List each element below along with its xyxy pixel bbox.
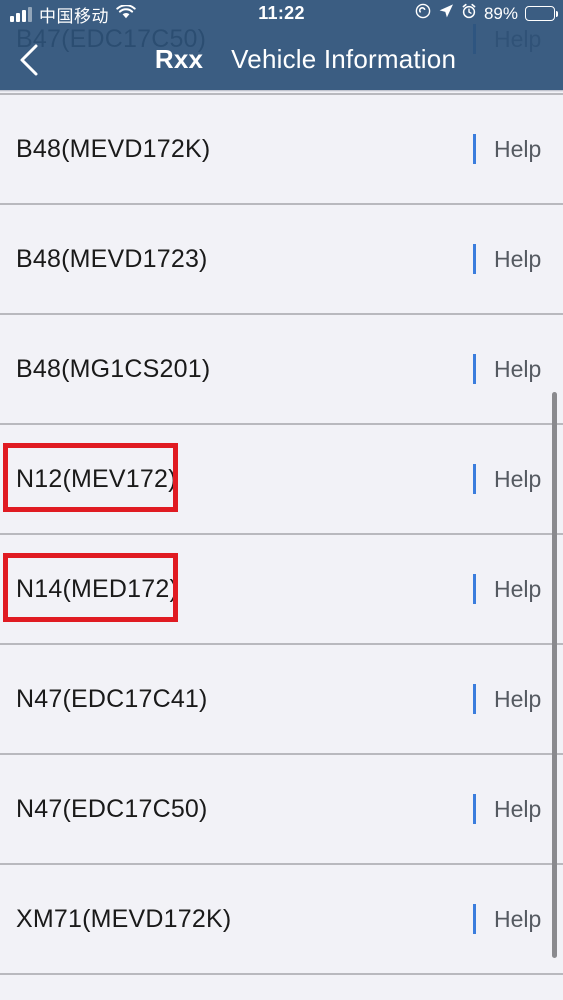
list-item-label: B48(MG1CS201) [16, 354, 211, 383]
vertical-scrollbar[interactable] [552, 392, 557, 958]
list-item-divider [473, 684, 476, 714]
help-button[interactable]: Help [494, 686, 541, 713]
alarm-clock-icon [461, 3, 477, 24]
list-item-divider [473, 134, 476, 164]
list-item-label: N47(EDC17C50) [16, 794, 208, 823]
help-button[interactable]: Help [494, 356, 541, 383]
help-button[interactable]: Help [494, 136, 541, 163]
nav-bar-shadow [0, 90, 563, 92]
navigation-titles: Rxx Vehicle Information [0, 28, 563, 90]
list-item-label: N47(EDC17C41) [16, 684, 208, 713]
help-button[interactable]: Help [494, 246, 541, 273]
list-item[interactable]: XM71(MEVD172K) Help [0, 865, 563, 975]
navigation-bar: Rxx Vehicle Information [0, 28, 563, 90]
list-item-divider [473, 904, 476, 934]
status-bar: 中国移动 11:22 89% [0, 0, 563, 28]
page-title: Vehicle Information [231, 43, 457, 74]
help-button[interactable]: Help [494, 796, 541, 823]
list-item[interactable]: B48(MEVD172K) Help [0, 95, 563, 205]
list-item-divider [473, 464, 476, 494]
nav-title-left[interactable]: Rxx [155, 44, 203, 75]
list-item[interactable]: N47(EDC17C50) Help [0, 755, 563, 865]
phone-screen: B47(EDC17C50)HelpB48(MEVD172K)HelpB48(ME… [0, 0, 563, 1000]
list-item[interactable]: B48(MG1CS201) Help [0, 315, 563, 425]
top-bar: 中国移动 11:22 89% Rxx Vehicle Information [0, 0, 563, 90]
list-item[interactable]: N14(MED172) Help [0, 535, 563, 645]
battery-percent-label: 89% [483, 3, 518, 23]
list-item[interactable]: N12(MEV172) Help [0, 425, 563, 535]
list-item-label: N14(MED172) [16, 574, 178, 603]
list-item-divider [473, 794, 476, 824]
list-item-label: B48(MEVD172K) [16, 134, 211, 163]
help-button[interactable]: Help [494, 906, 541, 933]
list-item-divider [473, 354, 476, 384]
list-item-label: B48(MEVD1723) [16, 244, 208, 273]
help-button[interactable]: Help [494, 576, 541, 603]
battery-icon [525, 6, 558, 21]
list-item[interactable]: B48(MEVD1723) Help [0, 205, 563, 315]
vehicle-list[interactable]: B47(EDC17C50)HelpB48(MEVD172K)HelpB48(ME… [0, 0, 563, 975]
list-item-label: N12(MEV172) [16, 464, 177, 493]
list-item-label: XM71(MEVD172K) [16, 904, 232, 933]
help-button[interactable]: Help [494, 466, 541, 493]
list-item-divider [473, 244, 476, 274]
scrollbar-thumb[interactable] [552, 392, 557, 958]
list-item[interactable]: N47(EDC17C41) Help [0, 645, 563, 755]
list-item-divider [473, 574, 476, 604]
rotation-lock-icon [415, 3, 431, 24]
location-arrow-icon [438, 3, 454, 24]
status-bar-right: 89% [415, 3, 558, 24]
